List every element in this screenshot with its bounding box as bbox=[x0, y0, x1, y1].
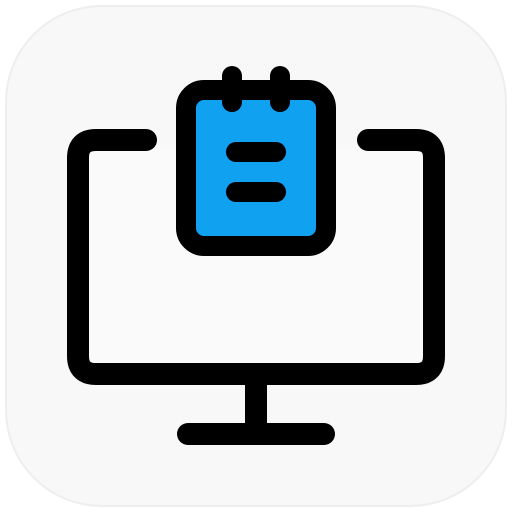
desktop-notepad-icon bbox=[5, 5, 507, 507]
notepad-icon bbox=[176, 80, 336, 256]
app-icon[interactable] bbox=[0, 0, 512, 512]
